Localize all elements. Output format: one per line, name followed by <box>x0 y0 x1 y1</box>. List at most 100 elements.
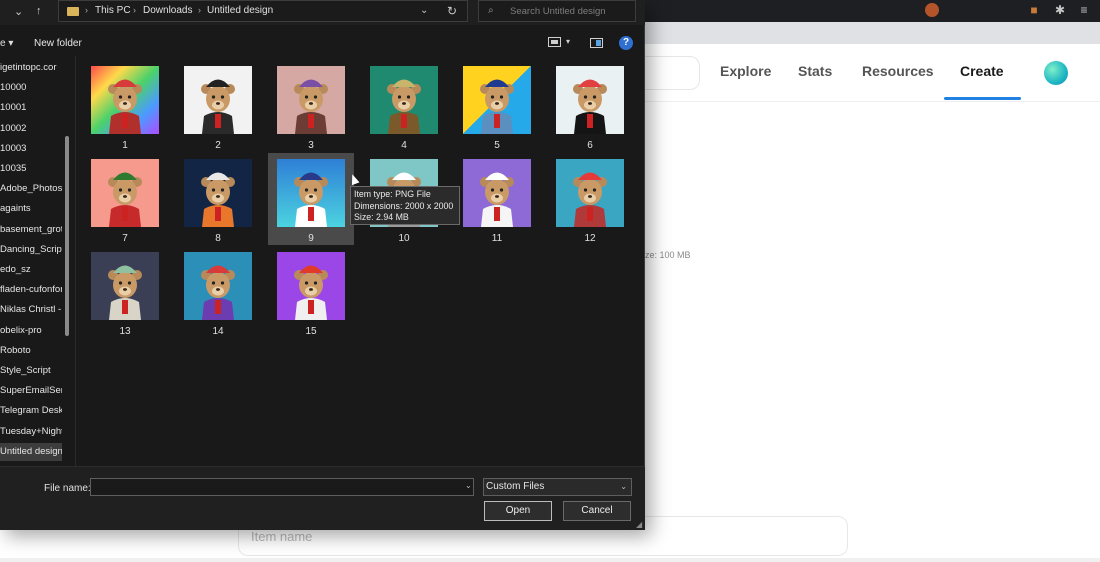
bear-character-icon <box>108 172 142 227</box>
navigation-pane: igetintopc.cor 10000 10001 10002 10003 10035 A… <box>0 56 76 466</box>
file-tile[interactable]: 1 <box>82 60 168 152</box>
folder-search-input[interactable]: ⌕ Search Untitled design <box>478 0 636 22</box>
file-tile[interactable]: 7 <box>82 153 168 245</box>
breadcrumb-this-pc[interactable]: This PC <box>95 5 131 16</box>
refresh-icon[interactable]: ↻ <box>447 4 457 18</box>
preview-pane-icon[interactable] <box>590 38 603 48</box>
bear-character-icon <box>201 265 235 320</box>
nav-item[interactable]: Adobe_Photosl <box>0 180 62 198</box>
recent-locations-chevron-icon[interactable]: ⌄ <box>14 5 23 18</box>
bear-character-icon <box>201 172 235 227</box>
nav-stats[interactable]: Stats <box>798 63 832 79</box>
file-tile[interactable]: 14 <box>175 246 261 338</box>
page-divider <box>0 558 1100 562</box>
chevron-down-icon: ⌄ <box>620 482 627 491</box>
nav-scrollbar-thumb[interactable] <box>65 136 69 336</box>
nav-item[interactable]: fladen-cufonfor <box>0 281 62 299</box>
file-name-label: 9 <box>308 233 314 244</box>
bear-character-icon <box>201 79 235 134</box>
chevron-down-icon[interactable]: ⌄ <box>420 5 428 16</box>
breadcrumb-downloads[interactable]: Downloads <box>143 5 192 16</box>
up-arrow-icon[interactable]: ↑ <box>36 5 42 17</box>
image-thumbnail <box>277 252 345 320</box>
nav-item[interactable]: Niklas Christl - <box>0 301 62 319</box>
file-tile[interactable]: 3 <box>268 60 354 152</box>
metamask-extension-icon[interactable] <box>925 3 939 17</box>
file-name-label: 10 <box>398 233 410 244</box>
breadcrumb-separator-icon: › <box>85 5 88 15</box>
nav-create[interactable]: Create <box>960 63 1004 79</box>
nav-item[interactable]: SuperEmailSen <box>0 382 62 400</box>
file-tile[interactable]: 2 <box>175 60 261 152</box>
bear-character-icon <box>480 172 514 227</box>
reading-list-icon[interactable]: ≡ <box>1077 3 1091 17</box>
nav-item[interactable]: 10002 <box>0 120 62 138</box>
image-thumbnail <box>277 159 345 227</box>
file-tile[interactable]: 12 <box>547 153 633 245</box>
file-name-label: 2 <box>215 140 221 151</box>
image-thumbnail <box>91 159 159 227</box>
file-tile[interactable]: 6 <box>547 60 633 152</box>
address-row: ⌄ ↑ › This PC › Downloads › Untitled des… <box>0 0 645 25</box>
nav-item[interactable]: edo_sz <box>0 261 62 279</box>
nav-item[interactable]: 10035 <box>0 160 62 178</box>
bear-character-icon <box>573 79 607 134</box>
file-tile[interactable]: 13 <box>82 246 168 338</box>
address-bar[interactable]: › This PC › Downloads › Untitled design … <box>58 0 468 22</box>
breadcrumb-separator-icon: › <box>133 5 136 15</box>
file-tile[interactable]: 9 <box>268 153 354 245</box>
breadcrumb-untitled-design[interactable]: Untitled design <box>207 5 273 16</box>
extension-icon[interactable]: ■ <box>1027 3 1041 17</box>
nav-item[interactable]: Style_Script <box>0 362 62 380</box>
folder-icon <box>67 7 79 16</box>
change-view-icon[interactable] <box>548 37 561 47</box>
file-name-label: 12 <box>584 233 596 244</box>
file-name-input[interactable] <box>90 478 474 496</box>
bear-character-icon <box>387 79 421 134</box>
nav-item[interactable]: againts <box>0 200 62 218</box>
nav-resources[interactable]: Resources <box>862 63 934 79</box>
file-tile[interactable]: 8 <box>175 153 261 245</box>
nav-explore[interactable]: Explore <box>720 63 771 79</box>
bear-character-icon <box>573 172 607 227</box>
file-open-dialog: ⌄ ↑ › This PC › Downloads › Untitled des… <box>0 0 645 530</box>
profile-avatar[interactable] <box>1044 61 1068 85</box>
image-thumbnail <box>370 66 438 134</box>
file-name-label: 15 <box>305 326 317 337</box>
file-tile[interactable]: 11 <box>454 153 540 245</box>
nav-item[interactable]: basement_grot <box>0 221 62 239</box>
tooltip-size: Size: 2.94 MB <box>354 212 409 222</box>
file-tile[interactable]: 5 <box>454 60 540 152</box>
dialog-toolbar: e ▾ New folder ▾ ? <box>0 30 645 56</box>
file-grid: 1 2 3 4 5 6 7 8 9 10 11 12 13 14 15 <box>77 56 645 466</box>
nav-item[interactable]: obelix-pro <box>0 322 62 340</box>
image-thumbnail <box>556 66 624 134</box>
bear-character-icon <box>480 79 514 134</box>
cancel-button[interactable]: Cancel <box>563 501 631 521</box>
organize-menu[interactable]: e ▾ <box>0 38 13 49</box>
help-icon[interactable]: ? <box>619 36 633 50</box>
nav-item[interactable]: Roboto <box>0 342 62 360</box>
extensions-puzzle-icon[interactable]: ✱ <box>1053 3 1067 17</box>
image-thumbnail <box>556 159 624 227</box>
nav-item[interactable]: 10003 <box>0 140 62 158</box>
nav-item[interactable]: Tuesday+Night <box>0 423 62 441</box>
file-tile[interactable]: 4 <box>361 60 447 152</box>
nav-item[interactable]: Dancing_Script <box>0 241 62 259</box>
nav-item[interactable]: igetintopc.cor <box>0 59 62 77</box>
image-thumbnail <box>277 66 345 134</box>
resize-grip-icon[interactable]: ◢ <box>636 520 642 529</box>
file-type-select[interactable]: Custom Files ⌄ <box>483 478 632 496</box>
chevron-down-icon[interactable]: ▾ <box>566 37 570 46</box>
search-placeholder: Search Untitled design <box>510 6 606 17</box>
nav-item[interactable]: 10001 <box>0 99 62 117</box>
open-button[interactable]: Open <box>484 501 552 521</box>
new-folder-button[interactable]: New folder <box>34 38 82 49</box>
nav-item[interactable]: 10000 <box>0 79 62 97</box>
nav-item[interactable]: Untitled design <box>0 442 62 461</box>
file-tile[interactable]: 15 <box>268 246 354 338</box>
image-thumbnail <box>184 252 252 320</box>
file-name-label: 4 <box>401 140 407 151</box>
search-icon: ⌕ <box>488 5 494 16</box>
nav-item[interactable]: Telegram Desk <box>0 402 62 420</box>
